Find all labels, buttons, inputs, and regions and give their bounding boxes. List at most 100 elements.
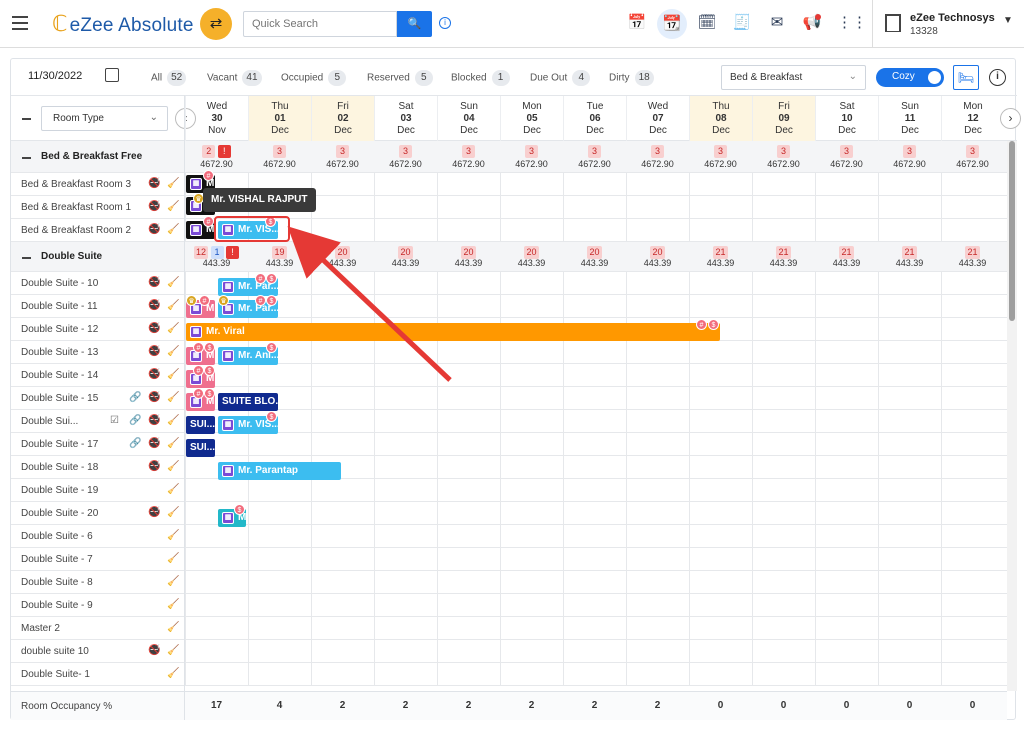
grid-cell[interactable] [689,548,752,571]
grid-cell[interactable] [500,433,563,456]
billing-icon[interactable]: 🧾 [731,12,753,34]
grid-cell[interactable] [374,456,437,479]
grid-cell[interactable] [563,594,626,617]
grid-cell[interactable] [500,387,563,410]
availability-count[interactable]: 3 [248,145,311,158]
collapse-all-icon[interactable] [22,118,31,120]
grid-cell[interactable] [689,272,752,295]
grid-cell[interactable] [941,295,1004,318]
grid-cell[interactable] [374,387,437,410]
grid-cell[interactable] [311,219,374,242]
grid-cell[interactable] [626,387,689,410]
grid-cell[interactable] [311,364,374,387]
grid-cell[interactable] [941,341,1004,364]
grid-cell[interactable] [563,479,626,502]
grid-cell[interactable] [311,387,374,410]
rate-plan-select[interactable]: Bed & Breakfast ⌄ [721,65,866,90]
grid-cell[interactable] [185,479,248,502]
grid-cell[interactable] [563,456,626,479]
grid-cell[interactable] [941,318,1004,341]
grid-cell[interactable] [500,640,563,663]
housekeeping-icon[interactable]: 🧹 [167,415,179,426]
grid-cell[interactable] [374,272,437,295]
grid-cell[interactable] [248,594,311,617]
apps-grid-icon[interactable]: ⋮⋮ [837,12,867,34]
grid-cell[interactable] [815,525,878,548]
legend-info-icon[interactable]: i [989,69,1006,86]
grid-cell[interactable] [563,219,626,242]
grid-cell[interactable] [878,548,941,571]
grid-cell[interactable] [941,456,1004,479]
room-name[interactable]: Bed & Breakfast Room 1 [21,202,131,213]
bed-view-icon[interactable]: 🛏 [953,65,979,90]
grid-cell[interactable] [878,173,941,196]
grid-cell[interactable] [311,272,374,295]
housekeeping-icon[interactable]: 🧹 [167,392,179,403]
availability-count[interactable]: 3 [626,145,689,158]
booking-bar-suite[interactable]: SUI... [186,439,215,457]
property-switcher[interactable]: eZee Technosys 13328 ▼ [872,0,1024,48]
grid-cell[interactable] [311,663,374,686]
room-name[interactable]: Double Suite - 8 [21,577,93,588]
booking-bar-suite[interactable]: SUI... [186,416,215,434]
grid-cell[interactable] [437,571,500,594]
grid-cell[interactable] [437,433,500,456]
housekeeping-icon[interactable]: 🧹 [167,369,179,380]
grid-cell[interactable] [752,410,815,433]
room-name[interactable]: Double Suite- 1 [21,669,90,680]
room-name[interactable]: Double Suite - 13 [21,347,98,358]
grid-cell[interactable] [941,548,1004,571]
calendar-picker-icon[interactable] [105,68,119,82]
grid-cell[interactable] [500,548,563,571]
grid-cell[interactable] [941,571,1004,594]
grid-cell[interactable] [752,663,815,686]
filter-chip-reserved[interactable]: Reserved 5 [367,70,433,86]
booking-bar-suite-block[interactable]: SUITE BLO... [218,393,278,411]
grid-cell[interactable] [815,433,878,456]
grid-cell[interactable] [563,502,626,525]
grid-cell[interactable] [626,456,689,479]
housekeeping-icon[interactable]: 🧹 [167,668,179,679]
availability-count[interactable]: 3 [878,145,941,158]
grid-cell[interactable] [500,525,563,548]
grid-cell[interactable] [437,502,500,525]
grid-cell[interactable] [374,594,437,617]
grid-cell[interactable] [248,525,311,548]
housekeeping-icon[interactable]: 🧹 [167,484,179,495]
grid-cell[interactable] [248,663,311,686]
grid-cell[interactable] [752,295,815,318]
grid-cell[interactable] [437,295,500,318]
grid-cell[interactable] [815,219,878,242]
grid-cell[interactable] [752,479,815,502]
housekeeping-icon[interactable]: 🧹 [167,346,179,357]
room-name[interactable]: Double Suite - 11 [21,301,98,312]
grid-cell[interactable] [878,571,941,594]
grid-cell[interactable] [878,617,941,640]
grid-cell[interactable] [437,456,500,479]
grid-cell[interactable] [815,173,878,196]
grid-cell[interactable] [437,173,500,196]
room-type-select[interactable]: Room Type ⌄ [41,106,168,131]
grid-cell[interactable] [878,219,941,242]
grid-cell[interactable] [437,410,500,433]
grid-cell[interactable] [500,594,563,617]
housekeeping-icon[interactable]: 🧹 [167,438,179,449]
grid-cell[interactable] [626,295,689,318]
collapse-group-icon[interactable] [22,257,31,259]
grid-cell[interactable] [563,525,626,548]
grid-cell[interactable] [563,196,626,219]
collapse-group-icon[interactable] [22,157,31,159]
grid-cell[interactable] [185,663,248,686]
grid-cell[interactable] [563,433,626,456]
grid-cell[interactable] [878,663,941,686]
grid-cell[interactable] [311,617,374,640]
grid-cell[interactable] [311,479,374,502]
grid-cell[interactable] [941,196,1004,219]
housekeeping-icon[interactable]: 🧹 [167,300,179,311]
grid-cell[interactable] [878,410,941,433]
grid-cell[interactable] [563,173,626,196]
menu-icon[interactable] [12,16,28,30]
grid-cell[interactable] [563,295,626,318]
housekeeping-icon[interactable]: 🧹 [167,576,179,587]
room-name[interactable]: Double Suite - 15 [21,393,98,404]
